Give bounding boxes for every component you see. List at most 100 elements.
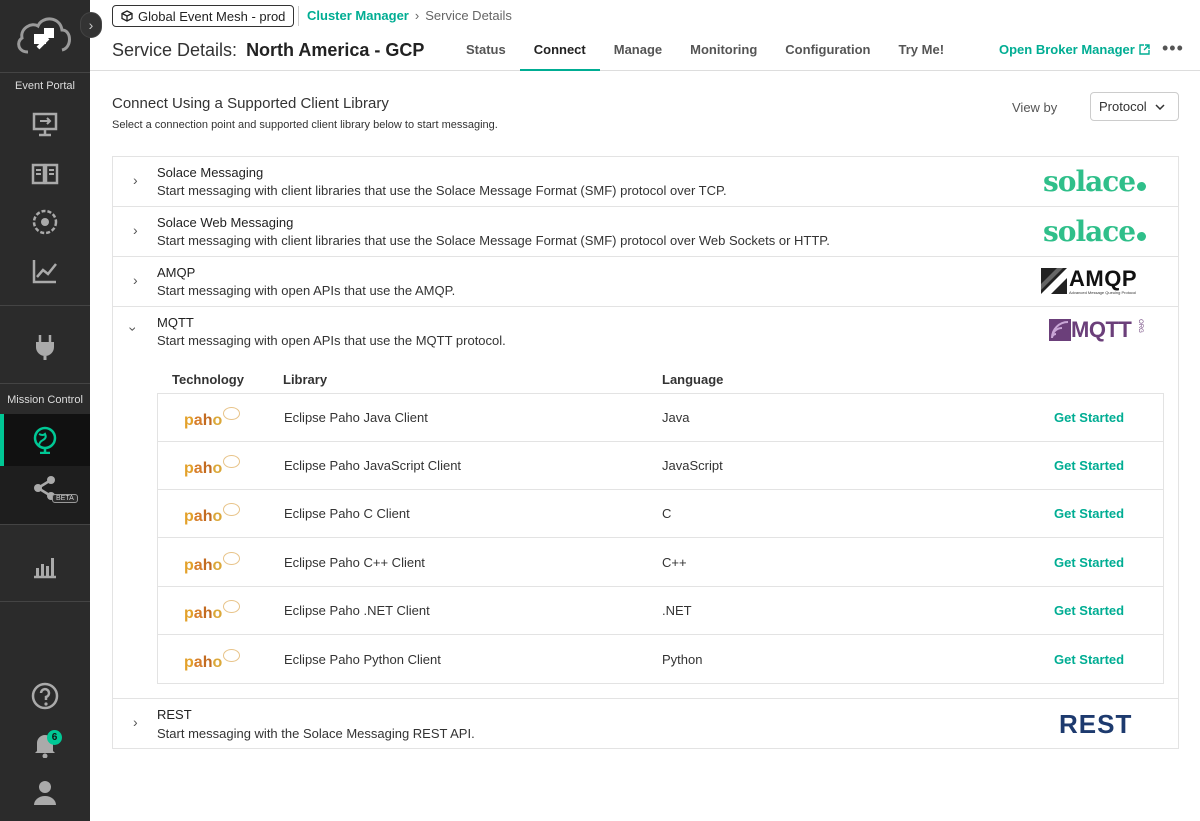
language-name: C++: [662, 555, 687, 570]
user-account-icon[interactable]: [29, 776, 61, 808]
view-by-select[interactable]: Protocol: [1090, 92, 1179, 121]
rest-logo: REST: [1059, 709, 1133, 739]
table-row: paho Eclipse Paho C Client C Get Started: [158, 490, 1163, 538]
library-name: Eclipse Paho JavaScript Client: [284, 458, 462, 473]
sidebar-divider: [0, 305, 90, 306]
get-started-link[interactable]: Get Started: [1054, 652, 1124, 667]
get-started-link[interactable]: Get Started: [1054, 506, 1124, 521]
amqp-logo-text: AMQP: [1069, 266, 1137, 291]
protocol-description: Start messaging with the Solace Messagin…: [157, 726, 475, 741]
table-row: paho Eclipse Paho C++ Client C++ Get Sta…: [158, 539, 1163, 587]
solace-logo: solace: [1043, 165, 1147, 198]
paho-logo: paho: [184, 407, 241, 430]
language-name: Java: [662, 410, 690, 425]
chevron-right-icon: ›: [414, 8, 420, 23]
analytics-line-icon[interactable]: [29, 255, 61, 287]
open-broker-manager-link[interactable]: Open Broker Manager: [999, 42, 1150, 57]
language-name: Python: [662, 652, 703, 667]
mission-control-label: Mission Control: [7, 394, 83, 406]
mqtt-mark-icon: [1049, 319, 1071, 341]
catalog-book-icon[interactable]: [29, 158, 61, 190]
solace-logo: solace: [1043, 215, 1147, 248]
help-question-icon[interactable]: [29, 680, 61, 712]
paho-logo: paho: [184, 600, 241, 623]
chevron-right-icon: ›: [88, 17, 94, 33]
tab-configuration[interactable]: Configuration: [771, 34, 884, 71]
library-name: Eclipse Paho .NET Client: [284, 603, 430, 618]
speech-bubble-icon: [223, 552, 241, 565]
breadcrumb: Cluster Manager › Service Details: [307, 8, 512, 23]
protocol-row-mqtt: › MQTT Start messaging with open APIs th…: [113, 307, 1178, 699]
chevron-down-icon[interactable]: ›: [125, 327, 141, 332]
breadcrumb-service-details: Service Details: [425, 8, 512, 23]
cluster-globe-icon[interactable]: [29, 424, 61, 456]
open-broker-manager-label: Open Broker Manager: [999, 42, 1135, 57]
tab-connect[interactable]: Connect: [519, 34, 600, 71]
speech-bubble-icon: [223, 407, 241, 420]
get-started-link[interactable]: Get Started: [1054, 603, 1124, 618]
table-row: paho Eclipse Paho .NET Client .NET Get S…: [158, 587, 1163, 635]
paho-logo: paho: [184, 649, 241, 672]
solace-cloud-logo-icon[interactable]: [14, 14, 74, 58]
view-by-label: View by: [1012, 100, 1058, 115]
chevron-right-icon[interactable]: ›: [133, 714, 138, 730]
designer-icon[interactable]: [29, 108, 61, 140]
chevron-right-icon[interactable]: ›: [133, 222, 138, 238]
get-started-link[interactable]: Get Started: [1054, 458, 1124, 473]
protocol-row-amqp[interactable]: › AMQP Start messaging with open APIs th…: [113, 257, 1178, 307]
sidebar-divider: [0, 72, 90, 73]
protocol-description: Start messaging with open APIs that use …: [157, 333, 506, 348]
amqp-mark-icon: [1041, 268, 1067, 294]
mqtt-logo: MQTT ORG: [1049, 317, 1145, 345]
breadcrumb-cluster-manager[interactable]: Cluster Manager: [307, 8, 409, 23]
connect-section-title: Connect Using a Supported Client Library: [112, 95, 389, 112]
view-by-value: Protocol: [1099, 99, 1147, 114]
tab-status[interactable]: Status: [452, 34, 520, 71]
connect-section-subtitle: Select a connection point and supported …: [112, 119, 498, 131]
paho-logo: paho: [184, 552, 241, 575]
protocol-row-solace-messaging[interactable]: › Solace Messaging Start messaging with …: [113, 157, 1178, 207]
protocol-description: Start messaging with open APIs that use …: [157, 283, 456, 298]
protocol-row-solace-web-messaging[interactable]: › Solace Web Messaging Start messaging w…: [113, 207, 1178, 257]
event-portal-label: Event Portal: [15, 80, 75, 92]
language-name: .NET: [662, 603, 692, 618]
plug-icon[interactable]: [29, 330, 61, 362]
tab-manage[interactable]: Manage: [600, 34, 676, 71]
get-started-link[interactable]: Get Started: [1054, 410, 1124, 425]
notification-count-badge: 6: [47, 730, 62, 745]
table-row: paho Eclipse Paho Java Client Java Get S…: [158, 394, 1163, 442]
service-name: North America - GCP: [246, 40, 425, 60]
speech-bubble-icon: [223, 503, 241, 516]
insights-bar-chart-icon[interactable]: [29, 550, 61, 582]
tab-try-me[interactable]: Try Me!: [885, 34, 959, 71]
event-mesh-selector[interactable]: Global Event Mesh - prod: [112, 5, 295, 27]
protocol-title: Solace Messaging: [157, 165, 264, 180]
amqp-logo: AMQP Advanced Message Queuing Protocol: [1041, 266, 1151, 296]
column-header-library: Library: [283, 372, 328, 387]
sidebar-divider: [0, 601, 90, 602]
page-title: Service Details: North America - GCP: [112, 40, 424, 61]
column-header-technology: Technology: [172, 372, 244, 387]
speech-bubble-icon: [223, 600, 241, 613]
mqtt-library-table: paho Eclipse Paho Java Client Java Get S…: [157, 393, 1164, 684]
speech-bubble-icon: [223, 455, 241, 468]
library-name: Eclipse Paho Java Client: [284, 410, 428, 425]
tab-monitoring[interactable]: Monitoring: [676, 34, 771, 71]
event-mesh-label: Global Event Mesh - prod: [138, 8, 286, 24]
protocol-row-rest[interactable]: › REST Start messaging with the Solace M…: [113, 699, 1178, 748]
library-name: Eclipse Paho C Client: [284, 506, 410, 521]
cube-icon: [121, 10, 133, 22]
page-header: Global Event Mesh - prod Cluster Manager…: [90, 0, 1200, 71]
speech-bubble-icon: [223, 649, 241, 662]
language-name: JavaScript: [662, 458, 723, 473]
paho-logo: paho: [184, 503, 241, 526]
page-title-prefix: Service Details:: [112, 40, 238, 60]
discovery-globe-icon[interactable]: [29, 206, 61, 238]
sidebar-divider: [0, 524, 90, 525]
collapse-sidebar-button[interactable]: ›: [80, 12, 102, 38]
get-started-link[interactable]: Get Started: [1054, 555, 1124, 570]
more-options-icon[interactable]: •••: [1162, 38, 1184, 59]
chevron-right-icon[interactable]: ›: [133, 272, 138, 288]
chevron-right-icon[interactable]: ›: [133, 172, 138, 188]
protocol-title: REST: [157, 707, 192, 722]
